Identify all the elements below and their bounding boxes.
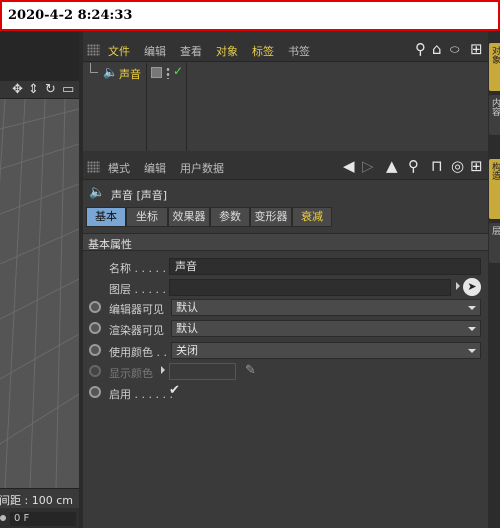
viewport-grid [0,99,79,488]
section-title: 基本属性 [88,238,132,251]
property-use-color-row: 使用颜色 . . 关闭 [83,341,488,361]
property-enabled-row: 启用 . . . . . . ✔ [83,383,488,403]
frame-field[interactable]: 0 F [10,512,76,526]
layer-color-box[interactable] [151,67,162,78]
viewport-top-area [0,31,82,81]
layer-arrow-icon[interactable] [456,282,460,290]
new-panel-icon[interactable]: ⊞ [470,157,483,175]
animate-radio-icon[interactable] [89,322,101,334]
menu-tags[interactable]: 标签 [252,43,274,59]
animate-radio-icon[interactable] [89,344,101,356]
property-render-visible-row: 渲染器可见 默认 [83,319,488,339]
animate-radio-icon[interactable] [89,301,101,313]
menu-file[interactable]: 文件 [108,43,130,59]
menu-object[interactable]: 对象 [216,43,238,59]
back-arrow-icon[interactable]: ◀ [343,157,355,175]
viewport-status-bar: 格间距 : 100 cm [0,488,79,508]
animate-radio-icon [89,365,101,377]
up-arrow-icon[interactable]: ▲ [386,157,398,175]
tab-effectors[interactable]: 效果器 [168,207,210,227]
tab-coordinates[interactable]: 坐标 [126,207,168,227]
display-color-label: 显示颜色 [109,367,153,380]
attribute-manager-menubar: 模式 编辑 用户数据 ◀ ▷ ▲ ⚲ ⊓ ◎ ⊞ [83,155,488,180]
target-icon[interactable]: ◎ [451,157,464,175]
lock-icon[interactable]: ⊓ [431,157,443,175]
menu-edit[interactable]: 编辑 [144,43,166,59]
object-list: 🔈 声音 ✓ [83,63,488,151]
object-manager-menubar: 文件 编辑 查看 对象 标签 书签 ⚲ ⌂ ⬭ ⊞ [83,38,488,62]
speaker-object-icon: 🔈 [103,65,118,79]
property-editor-visible-row: 编辑器可见 默认 [83,298,488,318]
layer-icon[interactable]: ⬭ [450,43,459,57]
expand-arrow-icon [161,366,165,374]
tree-connector [90,63,98,73]
enabled-checkbox[interactable]: ✔ [169,383,180,398]
object-name[interactable]: 声音 [119,66,141,82]
render-visible-label: 渲染器可见 [109,324,164,337]
tab-structure[interactable]: 构造 [489,159,500,219]
layer-label: 图层 . . . . . . [109,283,173,296]
editor-visible-dropdown[interactable]: 默认 [171,299,481,316]
panel-grip-icon[interactable] [87,44,100,56]
visibility-dots[interactable] [166,67,170,79]
display-color-swatch [169,363,236,380]
3d-viewport[interactable] [0,99,79,488]
forward-arrow-icon[interactable]: ▷ [362,157,374,175]
chevron-down-icon [468,349,476,353]
name-field[interactable]: 声音 [169,258,481,275]
property-name-row: 名称 . . . . . . 声音 [83,257,488,277]
animate-radio-icon[interactable] [89,386,101,398]
timestamp-bar: 2020-4-2 8:24:33 [0,0,500,31]
tab-parameters[interactable]: 参数 [210,207,250,227]
use-color-label: 使用颜色 . . [109,346,167,359]
tab-objects[interactable]: 对象 [489,43,500,91]
maximize-view-icon[interactable]: ▭ [62,82,74,97]
search-icon[interactable]: ⚲ [408,157,419,175]
tab-basic[interactable]: 基本 [86,207,126,227]
menu-bookmarks[interactable]: 书签 [288,43,310,59]
tab-falloff[interactable]: 衰减 [292,207,332,227]
enabled-label: 启用 . . . . . . [109,388,173,401]
property-layer-row: 图层 . . . . . . ➤ [83,278,488,298]
attribute-title: 声音 [声音] [111,189,168,202]
frame-dot [0,515,6,521]
viewport-toolbar: ✥ ⇕ ↻ ▭ [0,81,80,99]
timeline-bar: 0 F [0,508,79,528]
menu-edit[interactable]: 编辑 [144,160,166,176]
speaker-object-icon: 🔈 [89,185,106,200]
grid-spacing-text: 格间距 : 100 cm [0,494,73,507]
zoom-view-icon[interactable]: ⇕ [28,82,39,97]
home-icon[interactable]: ⌂ [432,40,442,58]
right-tab-strip: 对象 内容 构造 层 [488,31,500,528]
attribute-manager: 模式 编辑 用户数据 ◀ ▷ ▲ ⚲ ⊓ ◎ ⊞ 🔈 声音 [声音] 基本 坐标… [83,155,488,528]
section-basic-properties[interactable]: 基本属性 [83,233,488,251]
enabled-check-icon[interactable]: ✓ [173,64,183,78]
object-manager: 文件 编辑 查看 对象 标签 书签 ⚲ ⌂ ⬭ ⊞ 🔈 声音 ✓ [83,38,488,151]
editor-visible-label: 编辑器可见 [109,303,164,316]
property-display-color-row: 显示颜色 ✎ [83,362,488,382]
tab-content[interactable]: 内容 [489,95,500,135]
pick-cursor-icon[interactable]: ➤ [463,278,481,296]
menu-view[interactable]: 查看 [180,43,202,59]
search-icon[interactable]: ⚲ [415,40,426,58]
chevron-down-icon [468,327,476,331]
rotate-view-icon[interactable]: ↻ [45,82,56,97]
move-view-icon[interactable]: ✥ [12,82,23,97]
menu-mode[interactable]: 模式 [108,160,130,176]
use-color-dropdown[interactable]: 关闭 [171,342,481,359]
object-row[interactable]: 🔈 声音 ✓ [83,63,488,83]
menu-user-data[interactable]: 用户数据 [180,160,224,176]
name-label: 名称 . . . . . . [109,262,173,275]
panel-grip-icon[interactable] [87,161,100,173]
render-visible-dropdown[interactable]: 默认 [171,320,481,337]
attribute-header: 🔈 声音 [声音] [83,183,488,205]
chevron-down-icon [468,306,476,310]
eyedropper-icon: ✎ [245,363,256,378]
tab-layers[interactable]: 层 [489,223,500,263]
new-panel-icon[interactable]: ⊞ [470,40,483,58]
timestamp-text: 2020-4-2 8:24:33 [8,8,133,23]
tab-deformers[interactable]: 变形器 [250,207,292,227]
layer-field[interactable] [169,279,451,296]
